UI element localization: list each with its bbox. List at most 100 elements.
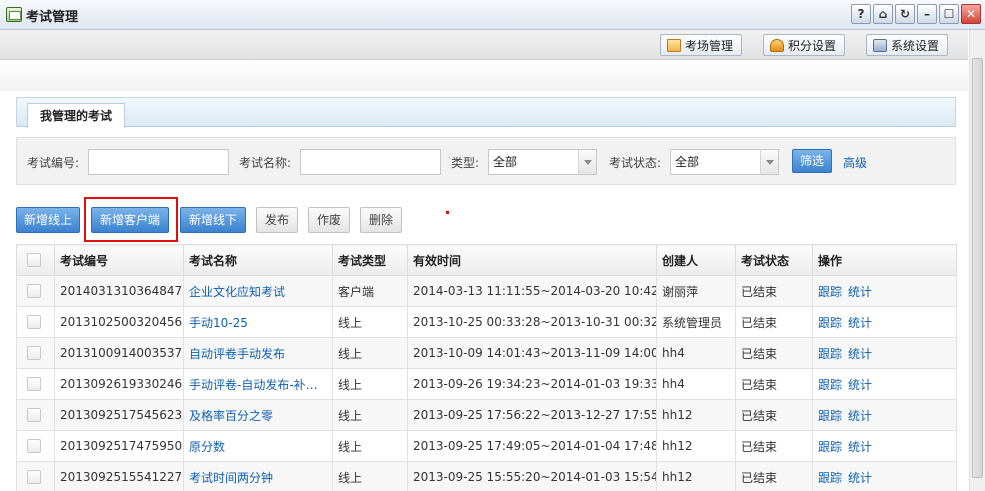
exam-name-link[interactable]: 自动评卷手动发布	[183, 337, 333, 369]
track-link[interactable]: 跟踪	[818, 378, 842, 392]
stats-link[interactable]: 统计	[848, 316, 872, 330]
exam-type-cell: 线上	[332, 306, 408, 338]
filter-button[interactable]: 筛选	[792, 149, 832, 173]
stats-link[interactable]: 统计	[848, 347, 872, 361]
actions-cell: 跟踪 统计	[812, 430, 957, 462]
exam-type-cell: 线上	[332, 368, 408, 400]
exam-type-cell: 线上	[332, 337, 408, 369]
row-checkbox[interactable]	[27, 408, 41, 423]
maximize-icon[interactable]: ☐	[939, 4, 959, 24]
row-select-cell[interactable]	[16, 430, 55, 462]
row-select-cell[interactable]	[16, 461, 55, 491]
status-cell: 已结束	[735, 337, 813, 369]
row-select-cell[interactable]	[16, 368, 55, 400]
stats-link[interactable]: 统计	[848, 440, 872, 454]
publish-button[interactable]: 发布	[256, 207, 298, 233]
row-select-cell[interactable]	[16, 275, 55, 307]
advanced-link[interactable]: 高级	[843, 154, 867, 171]
table-row: 2013092619330246 手动评卷-自动发布-补… 线上 2013-09…	[16, 368, 957, 400]
valid-time-cell: 2013-10-09 14:01:43~2013-11-09 14:00:46	[407, 337, 657, 369]
exam-type-cell: 线上	[332, 461, 408, 491]
table-row: 20140313103648475 企业文化应知考试 客户端 2014-03-1…	[16, 275, 957, 307]
close-icon[interactable]: ✕	[961, 4, 981, 24]
track-link[interactable]: 跟踪	[818, 471, 842, 485]
chevron-down-icon	[760, 150, 778, 174]
creator-cell: 系统管理员	[656, 306, 736, 338]
creator-cell: hh12	[656, 399, 736, 431]
exam-name-link[interactable]: 手动10-25	[183, 306, 333, 338]
track-link[interactable]: 跟踪	[818, 409, 842, 423]
stats-link[interactable]: 统计	[848, 378, 872, 392]
row-checkbox[interactable]	[27, 377, 41, 392]
exam-name-link[interactable]: 手动评卷-自动发布-补…	[183, 368, 333, 400]
row-checkbox[interactable]	[27, 439, 41, 454]
minimize-icon[interactable]: –	[917, 4, 937, 24]
status-cell: 已结束	[735, 368, 813, 400]
valid-time-cell: 2013-10-25 00:33:28~2013-10-31 00:32:31	[407, 306, 657, 338]
valid-time-cell: 2013-09-25 17:56:22~2013-12-27 17:55:25	[407, 399, 657, 431]
exam-name-link[interactable]: 及格率百分之零	[183, 399, 333, 431]
track-link[interactable]: 跟踪	[818, 347, 842, 361]
add-offline-button[interactable]: 新增线下	[180, 207, 246, 233]
track-link[interactable]: 跟踪	[818, 440, 842, 454]
row-select-cell[interactable]	[16, 306, 55, 338]
exam-name-link[interactable]: 企业文化应知考试	[183, 275, 333, 307]
status-cell: 已结束	[735, 306, 813, 338]
status-cell: 已结束	[735, 275, 813, 307]
table-row: 20130925155412272 考试时间两分钟 线上 2013-09-25 …	[16, 461, 957, 491]
exam-name-link[interactable]: 考试时间两分钟	[183, 461, 333, 491]
exam-no-cell: 20130925174759508	[54, 430, 184, 462]
add-online-button[interactable]: 新增线上	[16, 207, 80, 233]
status-select[interactable]: 全部	[670, 149, 779, 175]
exam-no-cell: 2013092619330246	[54, 368, 184, 400]
row-checkbox[interactable]	[27, 346, 41, 361]
stats-link[interactable]: 统计	[848, 471, 872, 485]
col-header-valid-time: 有效时间	[407, 244, 657, 276]
refresh-icon[interactable]: ↻	[895, 4, 915, 24]
exam-name-input[interactable]	[300, 149, 441, 175]
row-checkbox[interactable]	[27, 470, 41, 485]
void-button[interactable]: 作废	[308, 207, 350, 233]
help-icon[interactable]: ?	[851, 4, 871, 24]
actions-cell: 跟踪 统计	[812, 399, 957, 431]
exam-room-label: 考场管理	[685, 38, 734, 53]
row-checkbox[interactable]	[27, 315, 41, 330]
tab-my-exams[interactable]: 我管理的考试	[27, 103, 126, 128]
type-select[interactable]: 全部	[488, 149, 597, 175]
select-all-cell[interactable]	[16, 244, 55, 276]
exam-name-label: 考试名称:	[239, 156, 292, 170]
track-link[interactable]: 跟踪	[818, 285, 842, 299]
system-settings-button[interactable]: 系统设置	[866, 34, 949, 56]
col-header-actions: 操作	[812, 244, 957, 276]
row-checkbox[interactable]	[27, 284, 41, 299]
valid-time-cell: 2013-09-25 17:49:05~2014-01-04 17:48:08	[407, 430, 657, 462]
delete-button[interactable]: 删除	[360, 207, 402, 233]
col-header-status: 考试状态	[735, 244, 813, 276]
stats-link[interactable]: 统计	[848, 409, 872, 423]
exam-no-cell: 20131025003204562	[54, 306, 184, 338]
valid-time-cell: 2013-09-26 19:34:23~2014-01-03 19:33:27	[407, 368, 657, 400]
row-select-cell[interactable]	[16, 337, 55, 369]
exam-no-input[interactable]	[88, 149, 229, 175]
table-row: 20131009140035376 自动评卷手动发布 线上 2013-10-09…	[16, 337, 957, 369]
points-settings-button[interactable]: 积分设置	[763, 34, 846, 56]
vertical-scrollbar[interactable]	[969, 30, 985, 491]
creator-cell: hh4	[656, 337, 736, 369]
table-row: 20130925175456236 及格率百分之零 线上 2013-09-25 …	[16, 399, 957, 431]
table-header-row: 考试编号 考试名称 考试类型 有效时间 创建人 考试状态 操作	[16, 244, 957, 276]
type-select-value: 全部	[493, 155, 518, 169]
exam-name-link[interactable]: 原分数	[183, 430, 333, 462]
scrollbar-thumb[interactable]	[972, 58, 983, 478]
select-all-checkbox[interactable]	[27, 253, 41, 268]
top-toolbar: 考场管理 积分设置 系统设置	[0, 30, 968, 60]
valid-time-cell: 2014-03-13 11:11:55~2014-03-20 10:42:05	[407, 275, 657, 307]
row-select-cell[interactable]	[16, 399, 55, 431]
stats-link[interactable]: 统计	[848, 285, 872, 299]
track-link[interactable]: 跟踪	[818, 316, 842, 330]
exam-room-button[interactable]: 考场管理	[660, 34, 743, 56]
exam-type-cell: 客户端	[332, 275, 408, 307]
home-icon[interactable]: ⌂	[873, 4, 893, 24]
exam-type-cell: 线上	[332, 430, 408, 462]
table-row: 20130925174759508 原分数 线上 2013-09-25 17:4…	[16, 430, 957, 462]
valid-time-cell: 2013-09-25 15:55:20~2014-01-03 15:54:23	[407, 461, 657, 491]
